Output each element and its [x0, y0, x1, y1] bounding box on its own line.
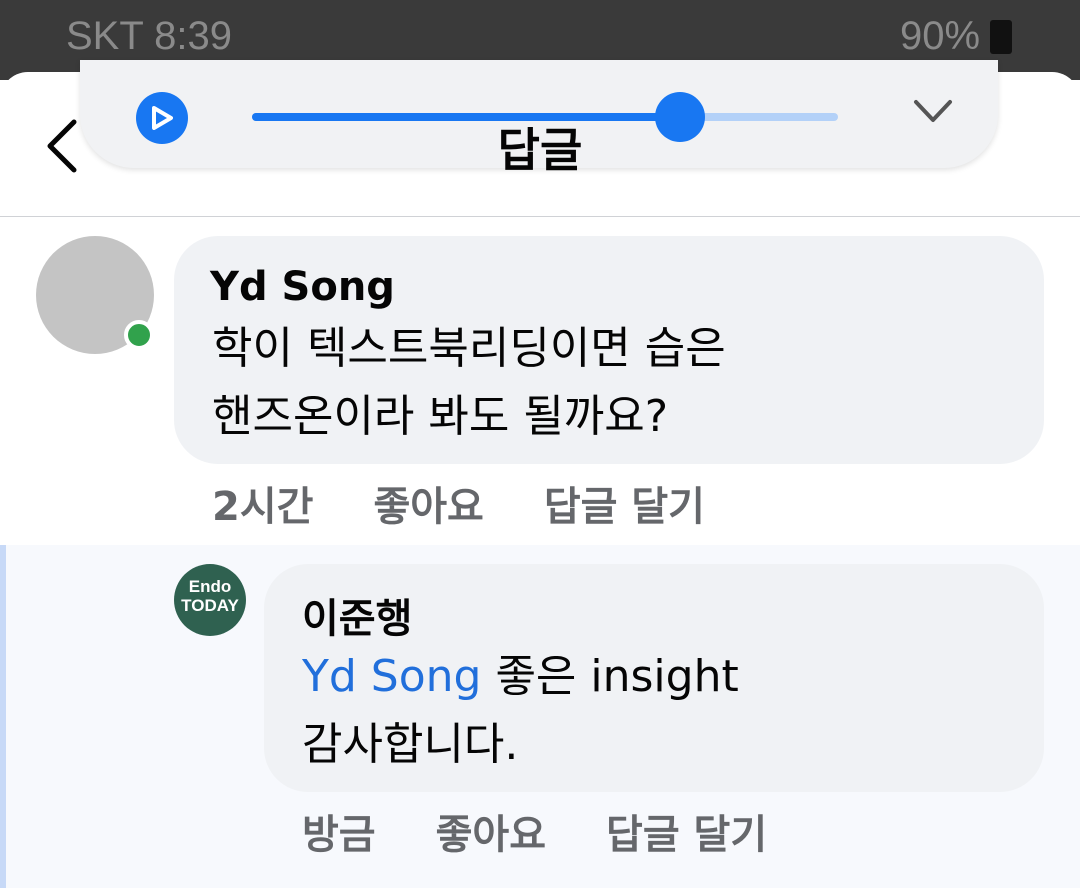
- reply-text-line-1: Yd Song 좋은 insight: [302, 642, 739, 712]
- comment-text-line-2: 핸즈온이라 봐도 될까요?: [212, 391, 669, 442]
- comment-author[interactable]: Yd Song: [210, 264, 395, 310]
- battery-icon: [990, 20, 1012, 54]
- reply-button[interactable]: 답글 달기: [544, 474, 705, 532]
- comment-bubble[interactable]: Yd Song 학이 텍스트북리딩이면 습은 핸즈온이라 봐도 될까요?: [174, 236, 1044, 464]
- comment-text-line-1: 학이 텍스트북리딩이면 습은: [212, 323, 726, 374]
- mention-link[interactable]: Yd Song: [302, 651, 481, 702]
- page-title: 답글: [497, 123, 583, 177]
- avatar-logo-text: Endo: [188, 577, 232, 596]
- reply-time: 방금: [302, 812, 376, 858]
- reply-actions: 방금 좋아요 답글 달기: [302, 802, 827, 860]
- comment-actions: 2시간 좋아요 답글 달기: [212, 474, 765, 532]
- reply-bubble[interactable]: 이준행 Yd Song 좋은 insight 감사합니다.: [264, 564, 1044, 792]
- battery-level: 90%: [900, 14, 981, 58]
- online-status-dot: [124, 320, 154, 350]
- like-button[interactable]: 좋아요: [436, 802, 546, 860]
- reply-author[interactable]: 이준행: [302, 586, 412, 644]
- carrier-time: SKT 8:39: [66, 14, 233, 58]
- comment-time: 2시간: [212, 484, 314, 530]
- reply-text-line-2: 감사합니다.: [302, 719, 519, 770]
- header: 답글: [0, 72, 1080, 217]
- avatar-logo-text: TODAY: [181, 596, 239, 615]
- avatar[interactable]: Endo TODAY: [174, 564, 246, 636]
- like-button[interactable]: 좋아요: [373, 474, 483, 532]
- reply-button[interactable]: 답글 달기: [606, 802, 767, 860]
- thread-indicator: [0, 545, 6, 888]
- reply-text-rest: 좋은 insight: [481, 651, 739, 702]
